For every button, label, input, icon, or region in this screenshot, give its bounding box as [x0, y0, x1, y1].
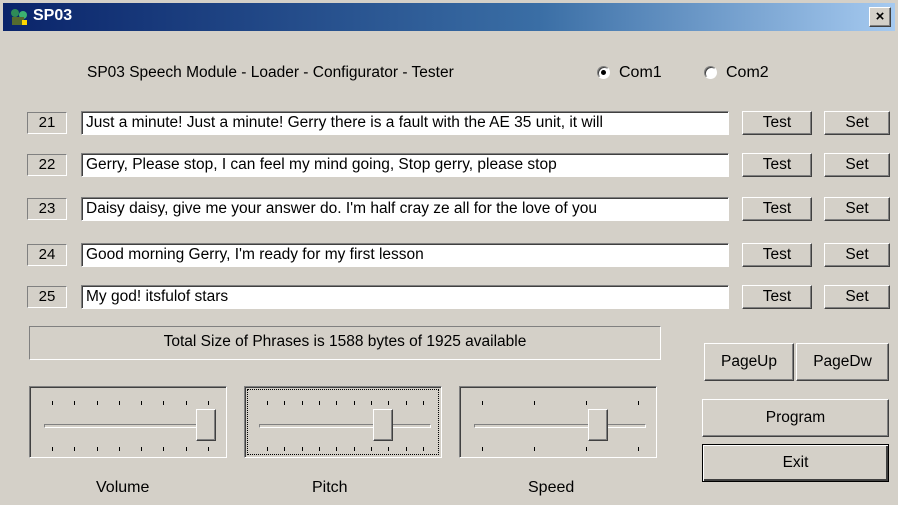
slider-tick: [371, 401, 372, 405]
slider-tick: [163, 447, 164, 451]
slider-tick: [284, 447, 285, 451]
speed-slider[interactable]: [459, 386, 657, 458]
phrase-input[interactable]: Gerry, Please stop, I can feel my mind g…: [81, 153, 729, 177]
slider-tick: [163, 401, 164, 405]
slider-tick: [141, 401, 142, 405]
slider-tick: [208, 401, 209, 405]
test-button[interactable]: Test: [742, 197, 812, 221]
radio-unselected-icon: [704, 66, 717, 79]
slider-tick: [336, 401, 337, 405]
slider-track: [259, 424, 431, 428]
slider-tick: [319, 447, 320, 451]
page-up-button[interactable]: PageUp: [704, 343, 794, 381]
slider-tick: [267, 401, 268, 405]
phrase-input[interactable]: Daisy daisy, give me your answer do. I'm…: [81, 197, 729, 221]
slider-tick: [586, 447, 587, 451]
slider-tick: [284, 401, 285, 405]
set-button[interactable]: Set: [824, 197, 890, 221]
slider-tick: [388, 447, 389, 451]
phrase-number: 22: [27, 154, 67, 176]
volume-slider[interactable]: [29, 386, 227, 458]
slider-tick: [406, 447, 407, 451]
speed-label: Speed: [528, 479, 575, 496]
slider-tick: [354, 401, 355, 405]
slider-tick: [267, 447, 268, 451]
slider-track: [44, 424, 216, 428]
phrase-input[interactable]: My god! itsfulof stars: [81, 285, 729, 309]
slider-tick: [97, 447, 98, 451]
slider-tick: [423, 401, 424, 405]
pitch-label: Pitch: [312, 479, 348, 496]
test-button[interactable]: Test: [742, 285, 812, 309]
title-bar[interactable]: SP03 ×: [3, 3, 895, 31]
sp03-window: SP03 × SP03 Speech Module - Loader - Con…: [0, 0, 898, 505]
slider-tick: [638, 401, 639, 405]
slider-tick: [208, 447, 209, 451]
slider-thumb[interactable]: [373, 409, 393, 441]
program-button[interactable]: Program: [702, 399, 889, 437]
slider-tick: [534, 401, 535, 405]
close-button[interactable]: ×: [869, 7, 891, 27]
exit-button[interactable]: Exit: [702, 444, 889, 482]
set-button[interactable]: Set: [824, 111, 890, 135]
slider-tick: [638, 447, 639, 451]
pitch-slider[interactable]: [244, 386, 442, 458]
slider-tick: [119, 401, 120, 405]
phrase-number: 21: [27, 112, 67, 134]
slider-tick: [371, 447, 372, 451]
slider-tick: [406, 401, 407, 405]
phrase-number: 25: [27, 286, 67, 308]
slider-track: [474, 424, 646, 428]
set-button[interactable]: Set: [824, 285, 890, 309]
window-title: SP03: [33, 7, 73, 24]
slider-tick: [302, 447, 303, 451]
slider-tick: [319, 401, 320, 405]
phrase-input[interactable]: Good morning Gerry, I'm ready for my fir…: [81, 243, 729, 267]
slider-thumb[interactable]: [196, 409, 216, 441]
slider-tick: [52, 447, 53, 451]
test-button[interactable]: Test: [742, 243, 812, 267]
phrase-number: 23: [27, 198, 67, 220]
header-description: SP03 Speech Module - Loader - Configurat…: [87, 64, 454, 81]
slider-thumb[interactable]: [588, 409, 608, 441]
app-icon: [11, 9, 27, 25]
slider-tick: [302, 401, 303, 405]
slider-tick: [534, 447, 535, 451]
slider-tick: [586, 401, 587, 405]
test-button[interactable]: Test: [742, 153, 812, 177]
page-down-button[interactable]: PageDw: [796, 343, 889, 381]
slider-tick: [482, 401, 483, 405]
com1-label: Com1: [619, 64, 662, 81]
slider-tick: [119, 447, 120, 451]
slider-tick: [354, 447, 355, 451]
slider-tick: [141, 447, 142, 451]
slider-tick: [97, 401, 98, 405]
slider-tick: [482, 447, 483, 451]
slider-tick: [186, 447, 187, 451]
phrase-input[interactable]: Just a minute! Just a minute! Gerry ther…: [81, 111, 729, 135]
slider-tick: [74, 447, 75, 451]
phrase-number: 24: [27, 244, 67, 266]
set-button[interactable]: Set: [824, 243, 890, 267]
set-button[interactable]: Set: [824, 153, 890, 177]
slider-tick: [423, 447, 424, 451]
slider-tick: [52, 401, 53, 405]
slider-tick: [336, 447, 337, 451]
slider-tick: [388, 401, 389, 405]
volume-label: Volume: [96, 479, 150, 496]
radio-selected-icon: [597, 66, 610, 79]
slider-tick: [186, 401, 187, 405]
phrase-size-status: Total Size of Phrases is 1588 bytes of 1…: [29, 326, 661, 360]
com2-label: Com2: [726, 64, 769, 81]
slider-tick: [74, 401, 75, 405]
test-button[interactable]: Test: [742, 111, 812, 135]
